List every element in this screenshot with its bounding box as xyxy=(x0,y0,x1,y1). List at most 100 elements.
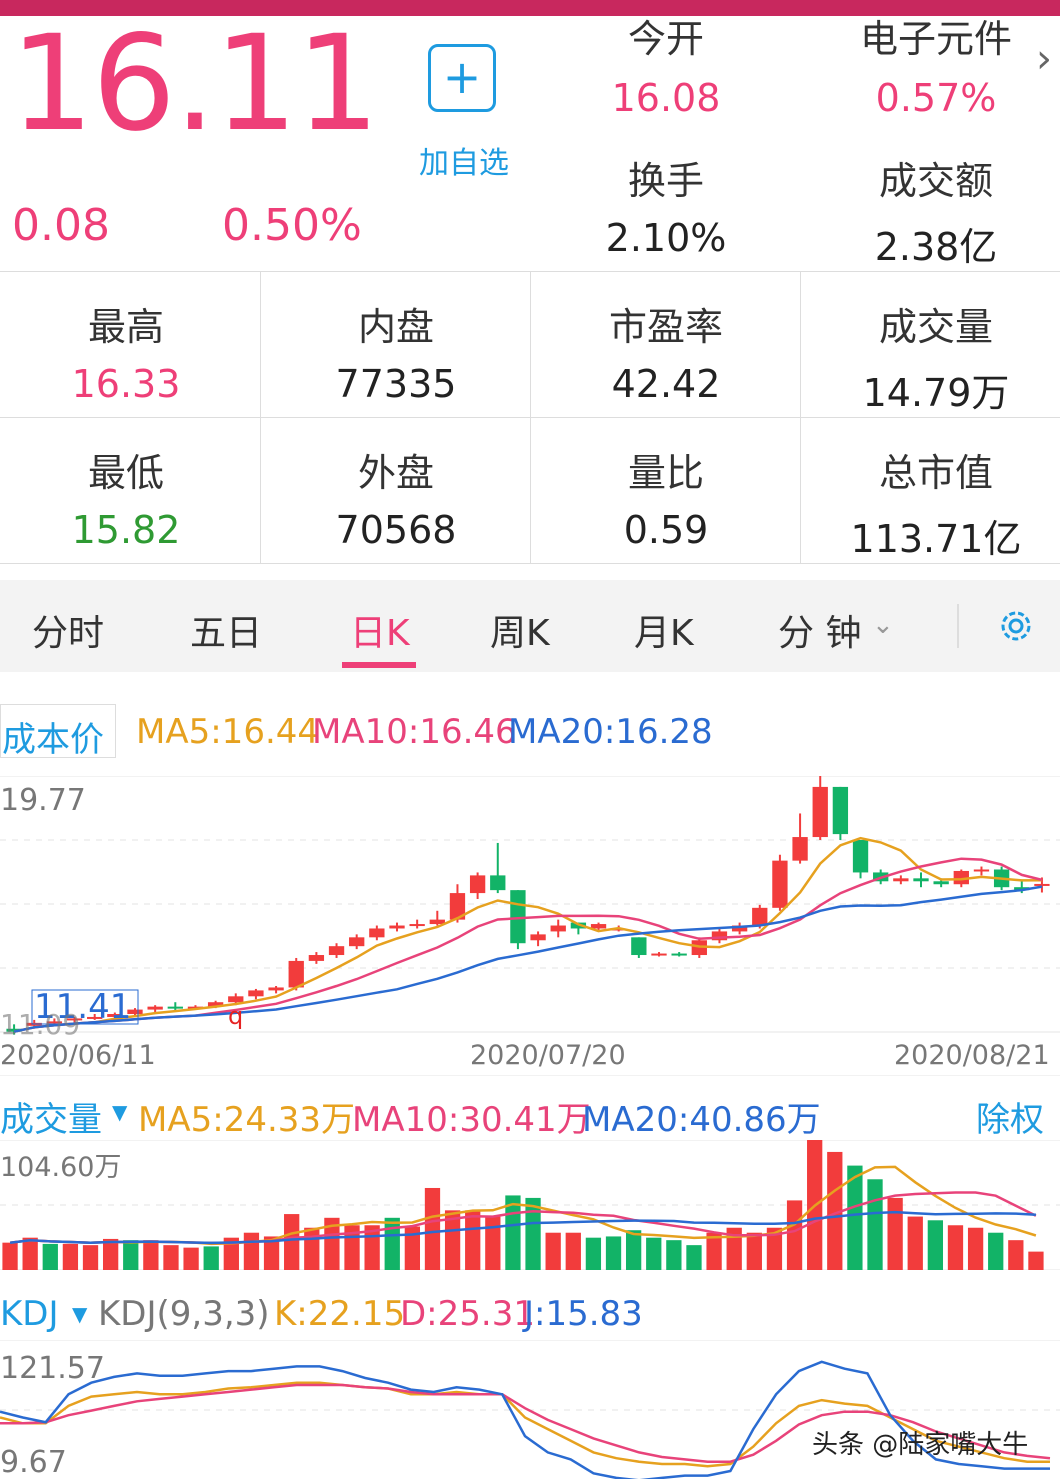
kdj-params: KDJ(9,3,3) xyxy=(98,1294,270,1334)
kdj-d: D:25.31 xyxy=(400,1294,535,1334)
candle-body xyxy=(631,937,647,956)
volume-bar xyxy=(102,1238,119,1270)
volume-bar xyxy=(585,1237,602,1270)
candle-body xyxy=(893,878,909,882)
candle-body xyxy=(752,907,768,926)
add-watchlist-button[interactable]: + xyxy=(428,44,496,112)
volume-bar xyxy=(927,1220,944,1270)
candle-body xyxy=(832,786,849,835)
volume-bar xyxy=(62,1243,79,1270)
volume-bar xyxy=(1008,1240,1024,1270)
volume-bar xyxy=(525,1197,541,1270)
volume-bar xyxy=(424,1187,441,1270)
volume-bar xyxy=(243,1232,260,1270)
turnover-value: 2.10% xyxy=(605,216,727,260)
market-cap-label: 总市值 xyxy=(878,451,993,495)
tab-daily-k[interactable]: 日K xyxy=(350,604,410,656)
candle-body xyxy=(167,1006,183,1009)
kdj-title[interactable]: KDJ xyxy=(0,1294,59,1334)
open-value: 16.08 xyxy=(611,76,721,120)
pe-value: 42.42 xyxy=(611,362,721,406)
low-label: 最低 xyxy=(87,451,164,495)
kline-candles xyxy=(6,776,1050,1035)
candle-body xyxy=(852,840,869,873)
volume-title[interactable]: 成交量 xyxy=(0,1092,102,1141)
open-label: 今开 xyxy=(627,17,704,61)
tab-intraday[interactable]: 分时 xyxy=(32,604,104,656)
ma10-line xyxy=(13,857,1043,1033)
ex-rights-button[interactable]: 除权 xyxy=(976,1092,1044,1141)
candle-body xyxy=(933,881,949,885)
candle-body xyxy=(490,875,506,891)
volume-bar xyxy=(625,1230,642,1270)
kdj-ymin-label: 9.67 xyxy=(0,1445,67,1479)
candle-body xyxy=(812,786,828,838)
cost-price-label[interactable]: 成本价 xyxy=(2,712,104,761)
kdj-lines xyxy=(0,1360,1051,1479)
grid-divider xyxy=(530,271,531,563)
kdj-j: J:15.83 xyxy=(524,1294,643,1334)
sector-label[interactable]: 电子元件 xyxy=(816,8,1056,63)
volume-chart[interactable]: 104.60万 xyxy=(0,1140,1060,1270)
candle-body xyxy=(510,890,526,944)
volume-bar xyxy=(123,1240,139,1270)
grid-divider xyxy=(800,271,801,563)
volume-bar xyxy=(485,1216,501,1270)
candle-body xyxy=(550,925,566,932)
volume-bar xyxy=(565,1232,581,1270)
candle-body xyxy=(973,869,990,872)
triangle-down-icon[interactable]: ▼ xyxy=(112,1100,127,1124)
volume-bar xyxy=(786,1200,803,1270)
candle-body xyxy=(268,987,284,991)
date-mid: 2020/07/20 xyxy=(470,1040,626,1071)
tab-weekly-k[interactable]: 周K xyxy=(490,604,550,656)
tab-five-day[interactable]: 五日 xyxy=(190,604,262,656)
candle-body xyxy=(147,1006,163,1010)
price-change: 0.08 xyxy=(12,200,110,251)
kdj-ymax-label: 121.57 xyxy=(0,1351,105,1386)
volume-bar xyxy=(284,1214,300,1270)
watermark: 头条 @陆家嘴大牛 xyxy=(812,1430,1029,1460)
triangle-down-icon[interactable]: ▼ xyxy=(72,1302,87,1326)
sector-value: 0.57% xyxy=(875,76,997,120)
candle-body xyxy=(288,960,304,988)
volume-bar xyxy=(2,1242,18,1270)
kline-ma20: MA20:16.28 xyxy=(508,712,713,752)
chevron-right-icon[interactable]: › xyxy=(1036,36,1052,82)
kdj-j-line xyxy=(0,1360,1050,1479)
candle-body xyxy=(671,953,687,956)
volume-ma5: MA5:24.33万 xyxy=(138,1100,356,1140)
ma5-line xyxy=(13,836,1042,1033)
tab-divider xyxy=(957,604,959,648)
volume-bar xyxy=(967,1227,984,1270)
high-label: 最高 xyxy=(87,305,164,349)
volume-label: 成交量 xyxy=(878,305,993,349)
volume-bar xyxy=(686,1245,702,1270)
candle-body xyxy=(409,924,425,927)
chevron-down-icon[interactable]: ⌄ xyxy=(872,610,894,640)
gear-icon[interactable] xyxy=(996,606,1036,646)
high-value: 16.33 xyxy=(71,362,181,406)
volume-bar xyxy=(907,1216,923,1270)
add-watchlist-label[interactable]: 加自选 xyxy=(400,138,528,182)
plus-icon: + xyxy=(442,50,482,104)
kline-chart[interactable]: 19.77 11.41 11.09 q 2020/06/11 2020/07/2… xyxy=(0,776,1060,1076)
pe-label: 市盈率 xyxy=(608,305,723,349)
volume-bar xyxy=(22,1237,38,1270)
grid-divider xyxy=(0,563,1060,564)
volume-bar xyxy=(42,1243,58,1270)
volume-bar xyxy=(646,1237,662,1270)
tab-minute[interactable]: 分 钟 xyxy=(778,604,861,656)
volume-bar xyxy=(143,1240,159,1270)
amount-label: 成交额 xyxy=(878,159,993,203)
kline-low-label: 11.09 xyxy=(0,1008,80,1041)
volume-bar xyxy=(465,1210,481,1270)
date-end: 2020/08/21 xyxy=(894,1040,1050,1071)
candle-body xyxy=(469,875,486,894)
volume-bar xyxy=(605,1236,622,1270)
candle-body xyxy=(792,837,808,861)
tab-monthly-k[interactable]: 月K xyxy=(634,604,694,656)
inner-volume-label: 内盘 xyxy=(357,305,434,349)
volume-bar xyxy=(887,1197,903,1270)
inner-volume-value: 77335 xyxy=(335,362,457,406)
